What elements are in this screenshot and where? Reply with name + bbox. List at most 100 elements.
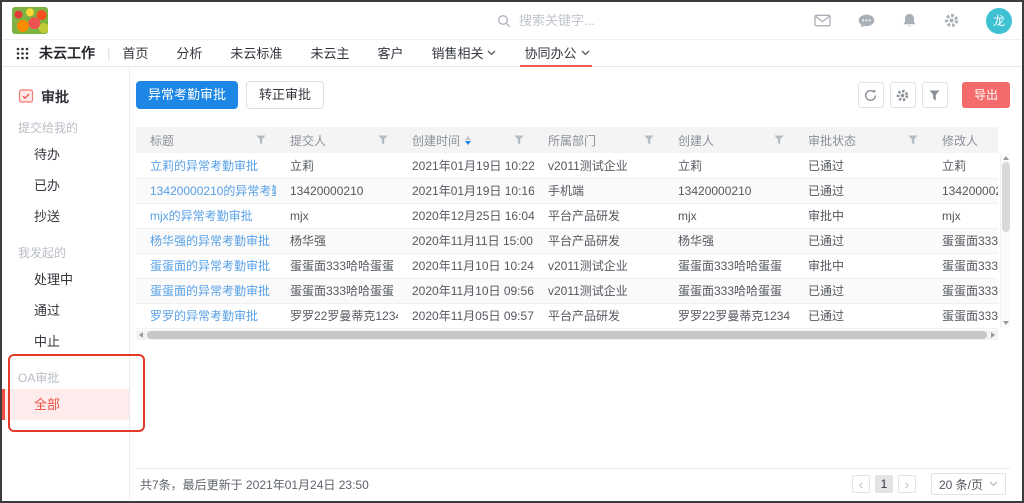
topbar-icons: 龙 — [814, 8, 1012, 34]
table-row[interactable]: 杨华强的异常考勤审批 杨华强 2020年11月11日 15:00 平台产品研发 … — [136, 228, 998, 253]
next-page-button[interactable]: › — [898, 475, 916, 493]
sidebar-item-terminated[interactable]: 中止 — [2, 326, 129, 357]
table-row[interactable]: 蛋蛋面的异常考勤审批 蛋蛋面333哈哈蛋蛋 2020年11月10日 09:56 … — [136, 278, 998, 303]
pagination: ‹ 1 › 20 条/页 — [852, 473, 1006, 495]
current-page[interactable]: 1 — [875, 475, 893, 493]
record-link[interactable]: 立莉的异常考勤审批 — [150, 159, 258, 173]
horizontal-scrollbar[interactable] — [136, 330, 998, 340]
main-panel: 异常考勤审批 转正审批 导出 — [130, 67, 1022, 499]
record-link[interactable]: 13420000210的异常考勤审批 — [150, 184, 276, 198]
funnel-icon — [929, 90, 940, 101]
user-avatar[interactable]: 龙 — [986, 8, 1012, 34]
approval-icon — [18, 88, 34, 107]
column-header-submitter[interactable]: 提交人 — [276, 127, 398, 153]
content: 审批 提交给我的 待办 已办 抄送 我发起的 处理中 通过 中止 OA审批 全部 — [2, 67, 1022, 499]
column-header-creator[interactable]: 创建人 — [664, 127, 794, 153]
vertical-scroll-thumb[interactable] — [1002, 162, 1010, 232]
filter-icon[interactable] — [644, 135, 654, 145]
table-row[interactable]: mjx的异常考勤审批 mjx 2020年12月25日 16:04 平台产品研发 … — [136, 203, 998, 228]
table-row[interactable]: 罗罗的异常考勤审批 罗罗22罗曼蒂克1234 2020年11月05日 09:57… — [136, 303, 998, 328]
sidebar-item-done[interactable]: 已办 — [2, 170, 129, 201]
filter-icon[interactable] — [256, 135, 266, 145]
topbar: 龙 — [2, 2, 1022, 40]
sidebar-section-submitted-to-me: 提交给我的 待办 已办 抄送 — [2, 117, 129, 232]
nav-item-collaboration[interactable]: 协同办公 — [524, 40, 589, 67]
chat-icon[interactable] — [858, 14, 875, 28]
tab-row: 异常考勤审批 转正审批 导出 — [136, 81, 1010, 109]
horizontal-scroll-thumb[interactable] — [147, 331, 987, 339]
status-text: 审批中 — [808, 209, 844, 223]
sidebar-title: 审批 — [18, 87, 129, 107]
refresh-button[interactable] — [858, 82, 884, 108]
page-size-select[interactable]: 20 条/页 — [931, 473, 1006, 495]
sidebar-item-cc[interactable]: 抄送 — [2, 201, 129, 232]
scroll-down-arrow[interactable] — [1003, 321, 1009, 325]
nav-divider: | — [107, 46, 110, 61]
table-footer: 共7条，最后更新于 2021年01月24日 23:50 ‹ 1 › 20 条/页 — [136, 468, 1010, 499]
nav-item-home[interactable]: 首页 — [122, 40, 148, 67]
section-label: 提交给我的 — [2, 117, 129, 139]
gear-icon[interactable] — [944, 13, 959, 28]
app-grid-icon[interactable] — [16, 47, 29, 60]
record-summary: 共7条，最后更新于 2021年01月24日 23:50 — [140, 476, 369, 493]
filter-icon[interactable] — [514, 135, 524, 145]
global-search[interactable] — [497, 13, 649, 28]
filter-button[interactable] — [922, 82, 948, 108]
workspace-switcher[interactable]: 未云工作 — [39, 43, 95, 63]
chevron-down-icon — [989, 481, 998, 487]
record-link[interactable]: 杨华强的异常考勤审批 — [150, 234, 270, 248]
sidebar-item-passed[interactable]: 通过 — [2, 295, 129, 326]
nav-item-standard[interactable]: 未云标准 — [230, 40, 282, 67]
mail-icon[interactable] — [814, 14, 831, 27]
status-text: 已通过 — [808, 184, 844, 198]
column-header-title[interactable]: 标题 — [136, 127, 276, 153]
sidebar-item-all[interactable]: 全部 — [2, 389, 129, 420]
tab-regularization[interactable]: 转正审批 — [246, 81, 324, 109]
status-text: 已通过 — [808, 309, 844, 323]
status-text: 已通过 — [808, 284, 844, 298]
sidebar: 审批 提交给我的 待办 已办 抄送 我发起的 处理中 通过 中止 OA审批 全部 — [2, 67, 130, 499]
column-header-department[interactable]: 所属部门 — [534, 127, 664, 153]
sidebar-section-oa-approval: OA审批 全部 — [2, 367, 129, 420]
status-text: 已通过 — [808, 234, 844, 248]
table-header-row: 标题 提交人 创建时间 所属部门 创建人 审批状态 修改人 — [136, 127, 998, 153]
main-nav: 未云工作 | 首页 分析 未云标准 未云主 客户 销售相关 协同办公 — [2, 40, 1022, 67]
gear-icon — [896, 89, 909, 102]
table-row[interactable]: 立莉的异常考勤审批 立莉 2021年01月19日 10:22 v2011测试企业… — [136, 153, 998, 178]
nav-item-analysis[interactable]: 分析 — [176, 40, 202, 67]
sort-icon[interactable] — [465, 136, 471, 145]
record-link[interactable]: 罗罗的异常考勤审批 — [150, 309, 258, 323]
filter-icon[interactable] — [378, 135, 388, 145]
scroll-right-arrow[interactable] — [991, 332, 995, 338]
sidebar-item-processing[interactable]: 处理中 — [2, 264, 129, 295]
column-header-created-time[interactable]: 创建时间 — [398, 127, 534, 153]
filter-icon[interactable] — [774, 135, 784, 145]
nav-item-sales[interactable]: 销售相关 — [431, 40, 496, 67]
export-button[interactable]: 导出 — [962, 82, 1010, 108]
search-input[interactable] — [519, 13, 639, 28]
bell-icon[interactable] — [902, 13, 917, 28]
record-link[interactable]: 蛋蛋面的异常考勤审批 — [150, 284, 270, 298]
chevron-down-icon — [487, 50, 496, 56]
record-link[interactable]: mjx的异常考勤审批 — [150, 209, 253, 223]
column-header-status[interactable]: 审批状态 — [794, 127, 928, 153]
scroll-up-arrow[interactable] — [1003, 156, 1009, 160]
prev-page-button[interactable]: ‹ — [852, 475, 870, 493]
approval-table: 标题 提交人 创建时间 所属部门 创建人 审批状态 修改人 立莉的异常考勤审批 — [136, 127, 1010, 340]
table-row[interactable]: 13420000210的异常考勤审批 13420000210 2021年01月1… — [136, 178, 998, 203]
tab-abnormal-attendance[interactable]: 异常考勤审批 — [136, 81, 238, 109]
record-link[interactable]: 蛋蛋面的异常考勤审批 — [150, 259, 270, 273]
sidebar-item-todo[interactable]: 待办 — [2, 139, 129, 170]
table-row[interactable]: 蛋蛋面的异常考勤审批 蛋蛋面333哈哈蛋蛋 2020年11月10日 10:24 … — [136, 253, 998, 278]
nav-item-master[interactable]: 未云主 — [310, 40, 349, 67]
scroll-left-arrow[interactable] — [139, 332, 143, 338]
vertical-scrollbar[interactable] — [1000, 153, 1010, 328]
app-logo[interactable] — [12, 7, 48, 34]
column-header-modifier[interactable]: 修改人 — [928, 127, 998, 153]
nav-item-customer[interactable]: 客户 — [377, 40, 403, 67]
settings-button[interactable] — [890, 82, 916, 108]
filter-icon[interactable] — [908, 135, 918, 145]
section-label: 我发起的 — [2, 242, 129, 264]
table-toolbar: 导出 — [858, 82, 1010, 108]
sidebar-section-initiated-by-me: 我发起的 处理中 通过 中止 — [2, 242, 129, 357]
